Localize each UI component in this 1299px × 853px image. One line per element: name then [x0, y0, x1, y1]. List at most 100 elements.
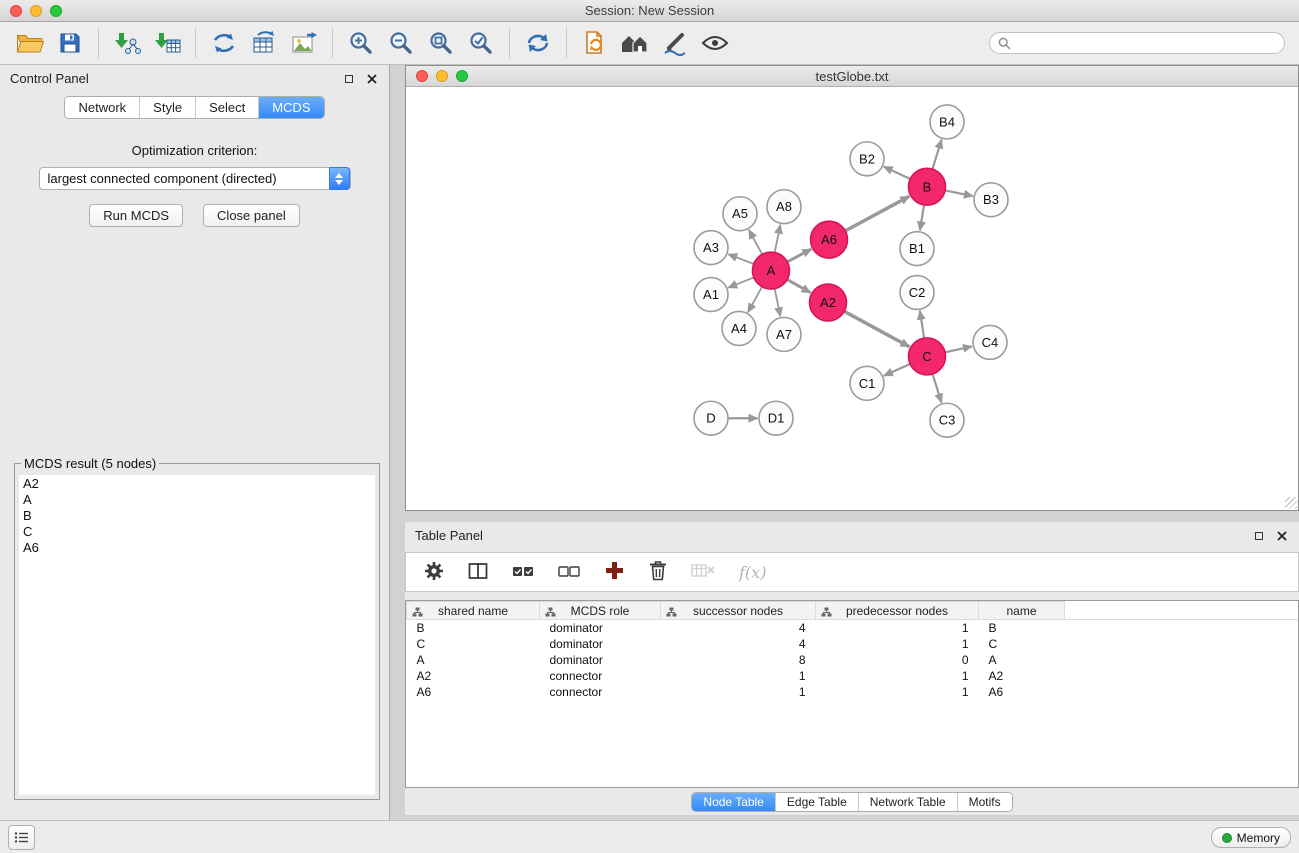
graph-node-A7[interactable]: A7 — [767, 317, 801, 351]
table-cell[interactable]: B — [979, 620, 1065, 637]
graph-node-B4[interactable]: B4 — [930, 105, 964, 139]
graph-edge-B-B3[interactable] — [945, 190, 973, 196]
graph-node-A4[interactable]: A4 — [722, 311, 756, 345]
graph-node-A[interactable]: A — [753, 252, 790, 289]
graph-edge-B-B1[interactable] — [920, 205, 924, 230]
export-image-icon[interactable] — [284, 26, 324, 60]
graph-node-A3[interactable]: A3 — [694, 231, 728, 265]
tab-node-table[interactable]: Node Table — [692, 793, 776, 811]
tab-network-table[interactable]: Network Table — [859, 793, 958, 811]
table-cell[interactable]: C — [407, 636, 540, 652]
table-row[interactable]: Cdominator41C — [407, 636, 1299, 652]
graph-edge-A-A4[interactable] — [748, 287, 762, 313]
network-window-titlebar[interactable]: testGlobe.txt — [406, 66, 1298, 87]
mcds-result-item[interactable]: A — [23, 492, 371, 508]
close-panel-icon[interactable] — [1277, 531, 1287, 541]
table-cell[interactable]: 8 — [661, 652, 816, 668]
table-cell[interactable]: A — [407, 652, 540, 668]
annotate-icon[interactable] — [655, 26, 695, 60]
graph-edge-C-C4[interactable] — [945, 346, 972, 352]
column-header-predecessor-nodes[interactable]: predecessor nodes — [816, 602, 979, 620]
graph-node-A8[interactable]: A8 — [767, 190, 801, 224]
graph-edge-B-B2[interactable] — [884, 167, 910, 179]
graph-edge-A-A2[interactable] — [787, 280, 810, 293]
memory-button[interactable]: Memory — [1211, 827, 1291, 848]
graph-edge-A-A6[interactable] — [787, 249, 811, 262]
graph-node-D1[interactable]: D1 — [759, 401, 793, 435]
network-canvas[interactable]: B4B2BB3A5A8A6B1A3AC2A1A2A4A7CC4C1C3DD1 — [406, 88, 1298, 510]
table-cell[interactable]: dominator — [540, 620, 661, 637]
table-cell[interactable]: B — [407, 620, 540, 637]
graph-edge-A-A5[interactable] — [749, 230, 762, 254]
graph-edge-B-B4[interactable] — [932, 140, 941, 170]
float-panel-icon[interactable] — [1255, 532, 1263, 540]
graph-node-B3[interactable]: B3 — [974, 183, 1008, 217]
import-table-icon[interactable] — [147, 26, 187, 60]
import-network-icon[interactable] — [107, 26, 147, 60]
table-cell[interactable]: connector — [540, 684, 661, 700]
first-neighbors-icon[interactable] — [615, 26, 655, 60]
graph-edge-A-A1[interactable] — [728, 277, 754, 287]
graph-edge-A6-B[interactable] — [845, 196, 909, 231]
table-cell[interactable]: dominator — [540, 652, 661, 668]
column-header-name[interactable]: name — [979, 602, 1065, 620]
column-header-shared-name[interactable]: shared name — [407, 602, 540, 620]
graph-node-D[interactable]: D — [694, 401, 728, 435]
table-row[interactable]: A6connector11A6 — [407, 684, 1299, 700]
table-row[interactable]: A2connector11A2 — [407, 668, 1299, 684]
graph-node-C3[interactable]: C3 — [930, 403, 964, 437]
create-view-icon[interactable] — [575, 26, 615, 60]
zoom-selected-icon[interactable] — [461, 26, 501, 60]
table-cell[interactable]: dominator — [540, 636, 661, 652]
table-cell[interactable]: A — [979, 652, 1065, 668]
table-row[interactable]: Bdominator41B — [407, 620, 1299, 637]
column-header-successor-nodes[interactable]: successor nodes — [661, 602, 816, 620]
mcds-result-item[interactable]: B — [23, 508, 371, 524]
column-header-mcds-role[interactable]: MCDS role — [540, 602, 661, 620]
delete-column-icon[interactable] — [649, 560, 667, 584]
close-panel-icon[interactable] — [367, 74, 377, 84]
mcds-result-item[interactable]: C — [23, 524, 371, 540]
graph-node-A1[interactable]: A1 — [694, 278, 728, 312]
deselect-all-icon[interactable] — [558, 565, 580, 580]
graph-node-C2[interactable]: C2 — [900, 276, 934, 310]
graph-edge-A2-C[interactable] — [844, 311, 909, 346]
show-panels-button[interactable] — [8, 825, 35, 850]
float-panel-icon[interactable] — [345, 75, 353, 83]
tab-mcds[interactable]: MCDS — [259, 97, 323, 118]
network-table-icon[interactable] — [244, 26, 284, 60]
table-cell[interactable]: 4 — [661, 620, 816, 637]
resize-grip[interactable] — [1285, 497, 1297, 509]
graph-node-A6[interactable]: A6 — [811, 221, 848, 258]
zoom-out-icon[interactable] — [381, 26, 421, 60]
tab-edge-table[interactable]: Edge Table — [776, 793, 859, 811]
table-cell[interactable]: 4 — [661, 636, 816, 652]
add-column-icon[interactable] — [604, 560, 625, 584]
table-cell[interactable]: 1 — [816, 620, 979, 637]
network-graph[interactable]: B4B2BB3A5A8A6B1A3AC2A1A2A4A7CC4C1C3DD1 — [406, 88, 1298, 510]
table-cell[interactable]: connector — [540, 668, 661, 684]
mcds-result-item[interactable]: A6 — [23, 540, 371, 556]
share-network-icon[interactable] — [204, 26, 244, 60]
graph-node-A2[interactable]: A2 — [810, 284, 847, 321]
eye-icon[interactable] — [695, 26, 735, 60]
mcds-result-item[interactable]: A2 — [23, 476, 371, 492]
graph-node-B2[interactable]: B2 — [850, 142, 884, 176]
select-columns-icon[interactable] — [468, 562, 488, 583]
criterion-dropdown[interactable]: largest connected component (directed) — [39, 167, 351, 190]
table-cell[interactable]: 1 — [816, 668, 979, 684]
table-cell[interactable]: 1 — [661, 668, 816, 684]
graph-edge-C-C3[interactable] — [933, 374, 942, 403]
graph-edge-C-C1[interactable] — [884, 364, 910, 376]
search-input[interactable] — [1016, 36, 1276, 50]
table-cell[interactable]: A2 — [407, 668, 540, 684]
zoom-in-icon[interactable] — [341, 26, 381, 60]
mcds-result-list[interactable]: A2ABCA6 — [19, 475, 375, 795]
table-cell[interactable]: 1 — [661, 684, 816, 700]
run-mcds-button[interactable]: Run MCDS — [89, 204, 183, 227]
table-cell[interactable]: 1 — [816, 684, 979, 700]
graph-edge-A-A3[interactable] — [728, 254, 753, 264]
tab-select[interactable]: Select — [196, 97, 259, 118]
graph-node-C[interactable]: C — [909, 338, 946, 375]
table-settings-icon[interactable] — [424, 561, 444, 584]
